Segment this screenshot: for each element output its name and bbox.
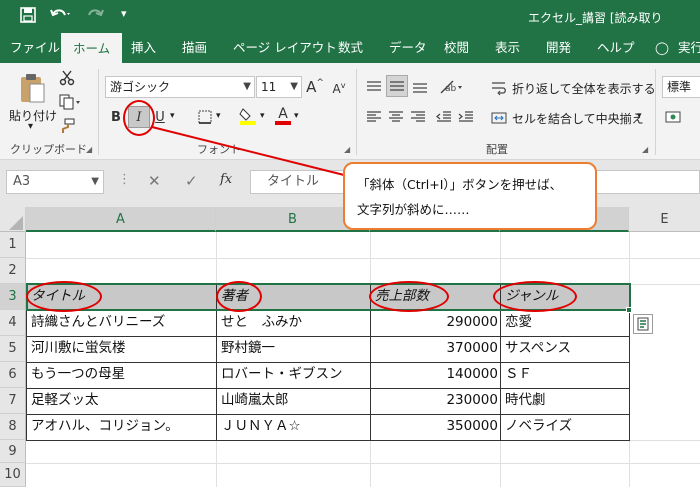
header-highlight-ring: [26, 281, 102, 312]
callout-line-2: 文字列が斜めに……: [357, 202, 470, 217]
callout-line-1: 「斜体（Ctrl+I）」ボタンを押せば、: [357, 177, 563, 192]
callout-box: 「斜体（Ctrl+I）」ボタンを押せば、 文字列が斜めに……: [343, 162, 597, 230]
italic-button-highlight-ring: [123, 100, 155, 136]
header-highlight-ring: [493, 281, 577, 312]
annotation-arrow: [151, 126, 349, 177]
header-highlight-ring: [369, 281, 449, 312]
header-highlight-ring: [216, 281, 262, 312]
